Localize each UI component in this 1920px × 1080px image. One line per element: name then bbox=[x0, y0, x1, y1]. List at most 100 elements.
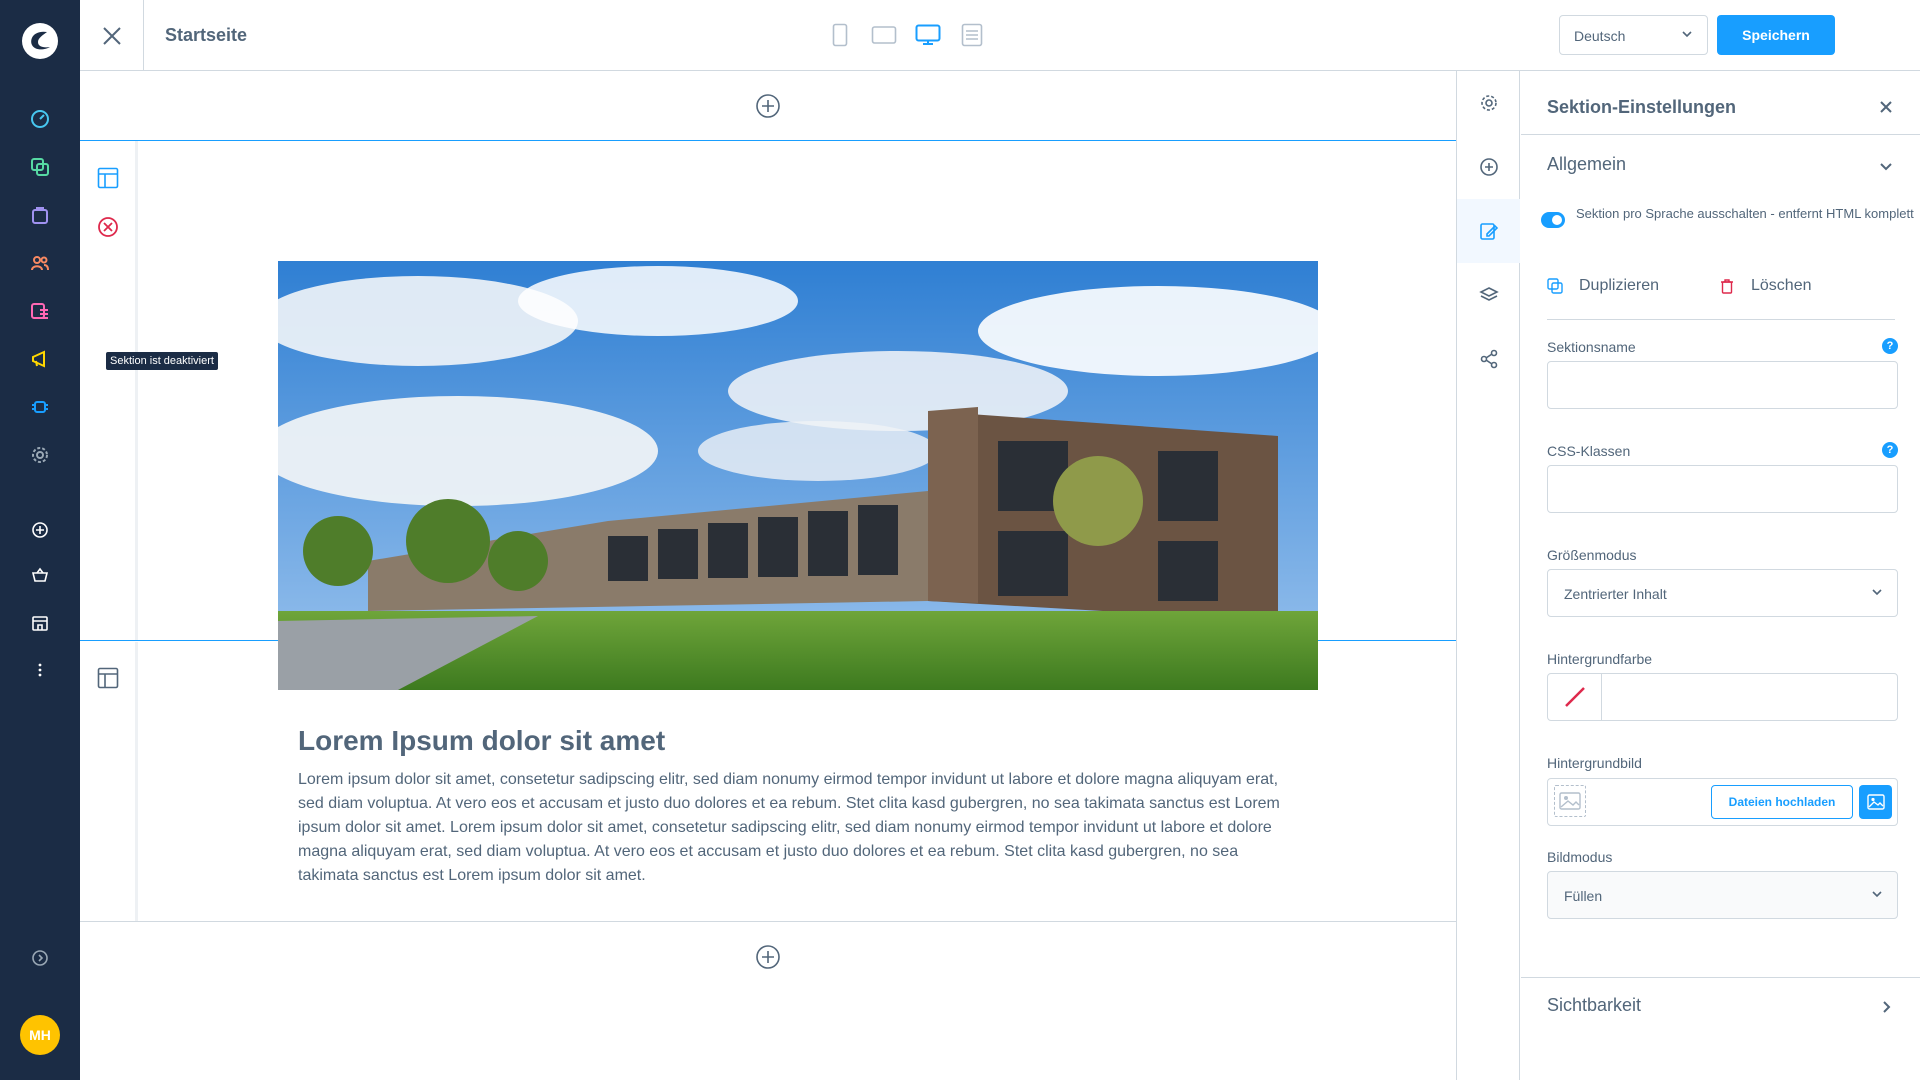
language-select[interactable]: Deutsch bbox=[1559, 15, 1708, 55]
basket-icon[interactable] bbox=[28, 563, 52, 587]
delete-button[interactable]: Löschen bbox=[1719, 277, 1812, 295]
size-mode-value: Zentrierter Inhalt bbox=[1564, 586, 1667, 602]
gear-icon bbox=[1480, 95, 1497, 111]
trash-icon bbox=[1721, 279, 1733, 294]
section-toolbar: Sektion ist deaktiviert bbox=[80, 141, 218, 640]
section-toolbar-2 bbox=[80, 642, 138, 921]
section-language-toggle[interactable] bbox=[1541, 212, 1565, 228]
bg-image-label: Hintergrundbild bbox=[1547, 755, 1642, 771]
section-name-input[interactable] bbox=[1547, 361, 1898, 409]
image-icon bbox=[1866, 794, 1885, 810]
chevron-down-icon[interactable] bbox=[1878, 159, 1894, 175]
layout-icon bbox=[97, 667, 119, 689]
image-mode-select[interactable]: Füllen bbox=[1547, 871, 1898, 919]
orders-icon[interactable] bbox=[28, 203, 52, 227]
user-avatar[interactable]: MH bbox=[20, 1015, 60, 1055]
tab-page-settings[interactable] bbox=[1457, 71, 1520, 135]
desktop-view-button[interactable] bbox=[913, 22, 943, 48]
panel-title: Sektion-Einstellungen bbox=[1547, 97, 1737, 117]
section-settings-button-2[interactable] bbox=[96, 666, 120, 690]
add-section-icon[interactable] bbox=[755, 944, 781, 970]
color-swatch[interactable] bbox=[1548, 674, 1602, 720]
dashboard-icon[interactable] bbox=[28, 107, 52, 131]
close-editor-button[interactable] bbox=[80, 0, 144, 71]
section-image[interactable]: Sektion ist deaktiviert bbox=[80, 141, 1456, 690]
bg-color-label: Hintergrundfarbe bbox=[1547, 651, 1653, 667]
accordion-visibility-title[interactable]: Sichtbarkeit bbox=[1547, 995, 1641, 1016]
settings-icon[interactable] bbox=[28, 443, 52, 467]
size-mode-select[interactable]: Zentrierter Inhalt bbox=[1547, 569, 1898, 617]
shopware-logo[interactable] bbox=[19, 20, 61, 62]
css-classes-label: CSS-Klassen bbox=[1547, 443, 1631, 459]
chevron-right-icon[interactable] bbox=[1878, 999, 1894, 1015]
hero-image[interactable] bbox=[278, 261, 1318, 690]
accordion-divider bbox=[1521, 977, 1920, 978]
more-icon[interactable] bbox=[28, 658, 52, 682]
building-photo bbox=[278, 261, 1318, 690]
css-classes-input[interactable] bbox=[1547, 465, 1898, 513]
upload-files-button[interactable]: Dateien hochladen bbox=[1711, 785, 1853, 819]
section-disabled-button[interactable] bbox=[96, 215, 120, 239]
list-icon bbox=[961, 23, 983, 47]
content-paragraph: Lorem ipsum dolor sit amet, consetetur s… bbox=[298, 771, 1280, 884]
form-view-button[interactable] bbox=[957, 22, 987, 48]
desktop-icon bbox=[915, 24, 941, 45]
marketing-icon[interactable] bbox=[28, 347, 52, 371]
media-library-button[interactable] bbox=[1859, 785, 1892, 819]
layers-icon bbox=[1478, 287, 1499, 301]
expand-menu-icon[interactable] bbox=[28, 946, 52, 970]
no-color-icon bbox=[1564, 687, 1585, 707]
admin-sidebar: MH bbox=[0, 0, 80, 1080]
device-switcher bbox=[825, 22, 987, 48]
section-settings-panel: Sektion-Einstellungen Allgemein Sektion … bbox=[1521, 71, 1920, 1080]
layout-icon bbox=[97, 167, 119, 189]
section-settings-button[interactable] bbox=[96, 166, 120, 190]
bg-color-field[interactable] bbox=[1547, 673, 1898, 721]
storefront-icon[interactable] bbox=[28, 611, 52, 635]
chevron-down-icon bbox=[1872, 589, 1882, 596]
tab-section-settings[interactable] bbox=[1457, 199, 1520, 263]
plus-circle-icon bbox=[1479, 158, 1498, 176]
section-disabled-tooltip: Sektion ist deaktiviert bbox=[106, 352, 218, 370]
help-icon[interactable]: ? bbox=[1882, 442, 1898, 458]
bg-image-upload: Dateien hochladen bbox=[1547, 778, 1898, 826]
tab-layers[interactable] bbox=[1457, 263, 1520, 327]
add-section-top bbox=[80, 71, 1456, 141]
toggle-label: Sektion pro Sprache ausschalten - entfer… bbox=[1576, 206, 1914, 221]
tablet-icon bbox=[871, 26, 897, 44]
mobile-view-button[interactable] bbox=[825, 22, 855, 48]
chevron-down-icon bbox=[1682, 31, 1692, 38]
size-mode-label: Größenmodus bbox=[1547, 547, 1637, 563]
close-panel-icon[interactable] bbox=[1878, 99, 1894, 115]
tablet-view-button[interactable] bbox=[869, 22, 899, 48]
section-text[interactable]: Lorem Ipsum dolor sit amet Lorem ipsum d… bbox=[80, 642, 1456, 922]
page-title: Startseite bbox=[165, 25, 248, 45]
tab-add-blocks[interactable] bbox=[1457, 135, 1520, 199]
image-mode-label: Bildmodus bbox=[1547, 849, 1613, 865]
share-icon bbox=[1480, 349, 1497, 369]
top-bar: Startseite Deutsch Speichern bbox=[80, 0, 1920, 71]
add-sales-channel-icon[interactable] bbox=[28, 518, 52, 542]
tab-share[interactable] bbox=[1457, 327, 1520, 391]
mobile-icon bbox=[832, 23, 848, 47]
catalogue-icon[interactable] bbox=[28, 155, 52, 179]
extensions-icon[interactable] bbox=[28, 395, 52, 419]
add-section-bottom bbox=[80, 922, 1456, 992]
accordion-general-title[interactable]: Allgemein bbox=[1547, 154, 1626, 175]
close-icon bbox=[102, 26, 121, 45]
page-canvas: Sektion ist deaktiviert Lorem Ipsum dolo… bbox=[80, 71, 1456, 1080]
help-icon[interactable]: ? bbox=[1882, 338, 1898, 354]
content-icon[interactable] bbox=[28, 299, 52, 323]
add-section-icon[interactable] bbox=[755, 93, 781, 119]
image-mode-value: Füllen bbox=[1564, 888, 1603, 904]
language-value: Deutsch bbox=[1574, 28, 1626, 44]
content-heading: Lorem Ipsum dolor sit amet bbox=[298, 725, 666, 756]
save-button[interactable]: Speichern bbox=[1717, 15, 1835, 55]
edit-icon bbox=[1479, 223, 1498, 240]
duplicate-button[interactable]: Duplizieren bbox=[1547, 277, 1659, 295]
duplicate-icon bbox=[1547, 278, 1563, 294]
delete-label: Löschen bbox=[1751, 277, 1812, 294]
customers-icon[interactable] bbox=[28, 251, 52, 275]
section-name-label: Sektionsname bbox=[1547, 339, 1636, 355]
chevron-down-icon bbox=[1872, 891, 1882, 898]
